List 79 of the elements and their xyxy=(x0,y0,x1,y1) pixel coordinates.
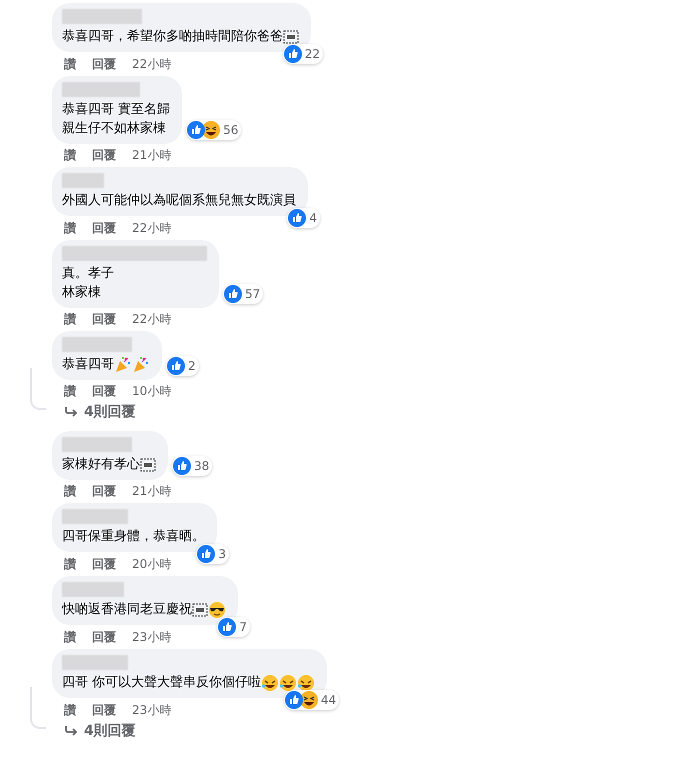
redacted-name xyxy=(62,509,128,524)
object-replacement-icon xyxy=(192,602,208,616)
sunglasses-face-icon xyxy=(208,600,226,618)
like-icon xyxy=(284,691,303,709)
reply-link[interactable]: 回覆 xyxy=(92,483,116,499)
object-replacement-icon xyxy=(283,30,299,44)
reaction-badge[interactable]: 38 xyxy=(172,456,212,476)
like-link[interactable]: 讚 xyxy=(64,556,76,572)
laughing-face-icon xyxy=(261,674,280,692)
comment-time: 21小時 xyxy=(132,483,172,499)
reaction-badge[interactable]: 56 xyxy=(186,120,242,140)
like-icon xyxy=(284,45,302,63)
reply-link[interactable]: 回覆 xyxy=(92,311,116,327)
reaction-badge[interactable]: 2 xyxy=(166,356,199,376)
comment-time: 22小時 xyxy=(132,220,172,236)
redacted-name xyxy=(62,582,124,597)
like-icon xyxy=(167,357,185,375)
laughing-face-icon xyxy=(202,121,220,139)
like-link[interactable]: 讚 xyxy=(64,629,76,645)
reply-link[interactable]: 回覆 xyxy=(92,56,116,72)
reply-link[interactable]: 回覆 xyxy=(92,383,116,399)
like-icon xyxy=(187,121,206,139)
like-icon xyxy=(288,209,306,227)
like-icon xyxy=(218,618,236,636)
comment-time: 21小時 xyxy=(132,147,172,163)
reply-link[interactable]: 回覆 xyxy=(92,147,116,163)
view-replies-link[interactable]: 4則回覆 xyxy=(64,403,136,421)
comment-text: 四哥保重身體，恭喜晒。 xyxy=(62,528,205,546)
redacted-name xyxy=(62,173,104,188)
party-popper-icon xyxy=(114,356,132,374)
reply-arrow-icon xyxy=(64,406,78,418)
reaction-badge[interactable]: 57 xyxy=(223,284,264,304)
reply-arrow-icon xyxy=(64,725,78,737)
laughing-face-icon xyxy=(297,674,316,692)
like-link[interactable]: 讚 xyxy=(64,147,76,163)
reply-link[interactable]: 回覆 xyxy=(92,556,116,572)
reaction-badge[interactable]: 7 xyxy=(217,617,250,637)
like-link[interactable]: 讚 xyxy=(64,383,76,399)
reaction-badge[interactable]: 3 xyxy=(196,544,229,564)
reaction-badge[interactable]: 44 xyxy=(284,690,340,710)
redacted-name xyxy=(62,337,132,352)
object-replacement-icon xyxy=(140,458,156,472)
comment-text: 恭喜四哥 xyxy=(62,356,114,374)
like-link[interactable]: 讚 xyxy=(64,483,76,499)
comment-text: 林家棟 xyxy=(62,284,101,302)
like-icon xyxy=(197,545,216,563)
redacted-name xyxy=(62,655,128,670)
comment-text: 外國人可能仲以為呢個系無兒無女既演員 xyxy=(62,192,296,210)
reply-link[interactable]: 回覆 xyxy=(92,629,116,645)
comment-text: 恭喜四哥，希望你多啲抽時間陪你爸爸 xyxy=(62,28,283,46)
comment-text: 家棟好有孝心 xyxy=(62,456,140,474)
like-link[interactable]: 讚 xyxy=(64,702,76,718)
laughing-face-icon xyxy=(279,674,298,692)
comment-time: 22小時 xyxy=(132,311,172,327)
like-link[interactable]: 讚 xyxy=(64,56,76,72)
reaction-badge[interactable]: 22 xyxy=(282,44,323,64)
thread-line xyxy=(30,368,46,410)
redacted-name xyxy=(62,437,132,452)
like-icon xyxy=(224,285,242,303)
party-popper-icon xyxy=(132,356,150,374)
reply-link[interactable]: 回覆 xyxy=(92,702,116,718)
reply-link[interactable]: 回覆 xyxy=(92,220,116,236)
comment-text: 親生仔不如林家棟 xyxy=(62,120,166,138)
comment-time: 23小時 xyxy=(132,629,172,645)
view-replies-link[interactable]: 4則回覆 xyxy=(64,722,136,740)
comment-time: 22小時 xyxy=(132,56,172,72)
reaction-badge[interactable]: 4 xyxy=(287,208,320,228)
comment-text: 快啲返香港同老豆慶祝 xyxy=(62,601,192,619)
like-icon xyxy=(173,457,191,475)
like-link[interactable]: 讚 xyxy=(64,311,76,327)
comment-text: 四哥 你可以大聲大聲串反你個仔啦 xyxy=(62,674,262,692)
comment-time: 10小時 xyxy=(132,383,172,399)
comment-text: 恭喜四哥 實至名歸 xyxy=(62,101,170,119)
like-link[interactable]: 讚 xyxy=(64,220,76,236)
comment-text: 真。孝子 xyxy=(62,265,114,283)
thread-line xyxy=(30,687,46,729)
laughing-face-icon xyxy=(300,691,318,709)
comment-time: 23小時 xyxy=(132,702,172,718)
comment-time: 20小時 xyxy=(132,556,172,572)
